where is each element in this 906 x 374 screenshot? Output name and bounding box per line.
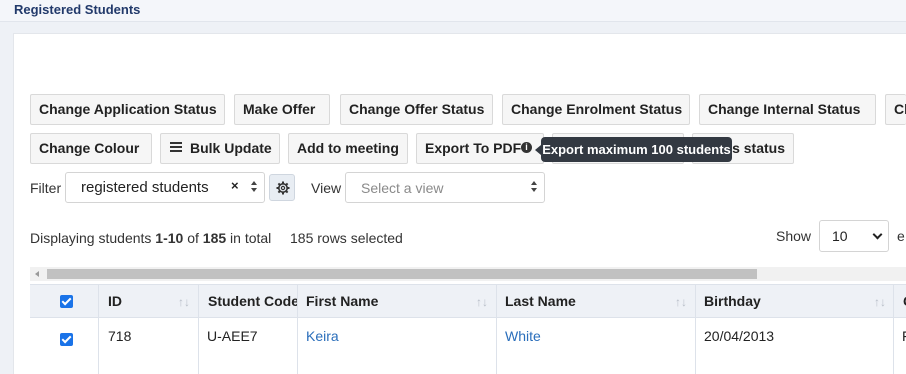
- button-label: Ch: [894, 101, 906, 117]
- sort-icon[interactable]: ↑↓: [874, 295, 886, 309]
- horizontal-scrollbar[interactable]: [30, 267, 906, 281]
- select-all-checkbox[interactable]: [60, 295, 73, 308]
- change-colour-status-button[interactable]: Ch: [885, 94, 906, 125]
- button-label: Change Enrolment Status: [511, 101, 683, 117]
- column-divider: [496, 285, 497, 374]
- filter-label: Filter: [30, 180, 62, 196]
- updown-icon: [250, 179, 258, 195]
- summary-range: 1-10: [155, 230, 184, 246]
- button-label: Change Colour: [39, 140, 140, 156]
- filter-value: registered students: [81, 179, 209, 196]
- cell-gender: F: [902, 328, 906, 344]
- view-label: View: [311, 180, 342, 196]
- scroll-thumb[interactable]: [47, 269, 757, 279]
- view-placeholder: Select a view: [361, 180, 444, 196]
- change-colour-button[interactable]: Change Colour: [30, 133, 152, 164]
- column-header-student-code[interactable]: Student Code: [208, 285, 298, 319]
- column-header-birthday[interactable]: Birthday: [704, 285, 884, 319]
- cell-last-name-link[interactable]: White: [505, 328, 541, 344]
- sort-icon[interactable]: ↑↓: [178, 295, 190, 309]
- button-label: Add to meeting: [297, 140, 399, 156]
- show-label: Show: [776, 228, 812, 244]
- filter-select[interactable]: registered students ×: [65, 172, 265, 203]
- sort-icon[interactable]: ↑↓: [476, 295, 488, 309]
- scroll-left-icon[interactable]: [35, 271, 39, 277]
- page-title: Registered Students: [14, 2, 141, 17]
- button-label: Change Offer Status: [349, 101, 485, 117]
- change-offer-status-button[interactable]: Change Offer Status: [340, 94, 493, 125]
- change-application-status-button[interactable]: Change Application Status: [30, 94, 225, 125]
- button-label: Make Offer: [243, 101, 316, 117]
- rows-selected-text: 185 rows selected: [290, 230, 403, 246]
- change-internal-status-button[interactable]: Change Internal Status: [699, 94, 876, 125]
- column-divider: [297, 285, 298, 374]
- updown-icon: [530, 179, 538, 195]
- add-to-meeting-button[interactable]: Add to meeting: [288, 133, 408, 164]
- gear-icon: [276, 181, 290, 195]
- column-divider: [198, 285, 199, 374]
- summary-total: 185: [202, 230, 227, 246]
- button-label: Bulk Update: [190, 140, 272, 156]
- display-summary: Displaying students 1-10 of 185 in total: [30, 230, 271, 246]
- row-checkbox[interactable]: [60, 333, 73, 346]
- clear-filter-icon[interactable]: ×: [231, 178, 239, 193]
- cell-first-name-link[interactable]: Keira: [306, 328, 339, 344]
- export-tooltip: Export maximum 100 students: [541, 137, 732, 162]
- button-label: Change Application Status: [39, 101, 217, 117]
- summary-suffix: in total: [226, 230, 272, 246]
- column-header-first-name[interactable]: First Name: [306, 285, 486, 319]
- button-label: Change Internal Status: [708, 101, 861, 117]
- table-header: ID ↑↓ Student Code First Name ↑↓ Last Na…: [30, 284, 906, 318]
- list-icon: [170, 142, 182, 153]
- column-divider: [695, 285, 696, 374]
- students-panel: [13, 33, 906, 374]
- cell-birthday: 20/04/2013: [704, 328, 775, 344]
- cell-id: 718: [108, 328, 132, 344]
- entries-label: e: [897, 228, 905, 244]
- page-size-select[interactable]: 10: [819, 220, 889, 252]
- page-size-value: 10: [832, 228, 848, 244]
- column-divider: [893, 285, 894, 374]
- column-divider: [98, 285, 99, 374]
- button-label: Export To PDF: [425, 140, 522, 156]
- summary-of: of: [183, 230, 203, 246]
- info-icon[interactable]: i: [521, 142, 532, 153]
- button-label: s status: [732, 140, 785, 156]
- chevron-down-icon: [872, 229, 883, 240]
- sort-icon[interactable]: ↑↓: [675, 295, 687, 309]
- cell-student-code: U-AEE7: [207, 328, 258, 344]
- summary-prefix: Displaying students: [30, 230, 156, 246]
- filter-settings-button[interactable]: [269, 174, 295, 201]
- column-header-last-name[interactable]: Last Name: [505, 285, 685, 319]
- make-offer-button[interactable]: Make Offer: [234, 94, 330, 125]
- view-select[interactable]: Select a view: [345, 172, 545, 203]
- change-enrolment-status-button[interactable]: Change Enrolment Status: [502, 94, 690, 125]
- page-header: Registered Students: [0, 0, 906, 22]
- bulk-update-button[interactable]: Bulk Update: [160, 133, 280, 164]
